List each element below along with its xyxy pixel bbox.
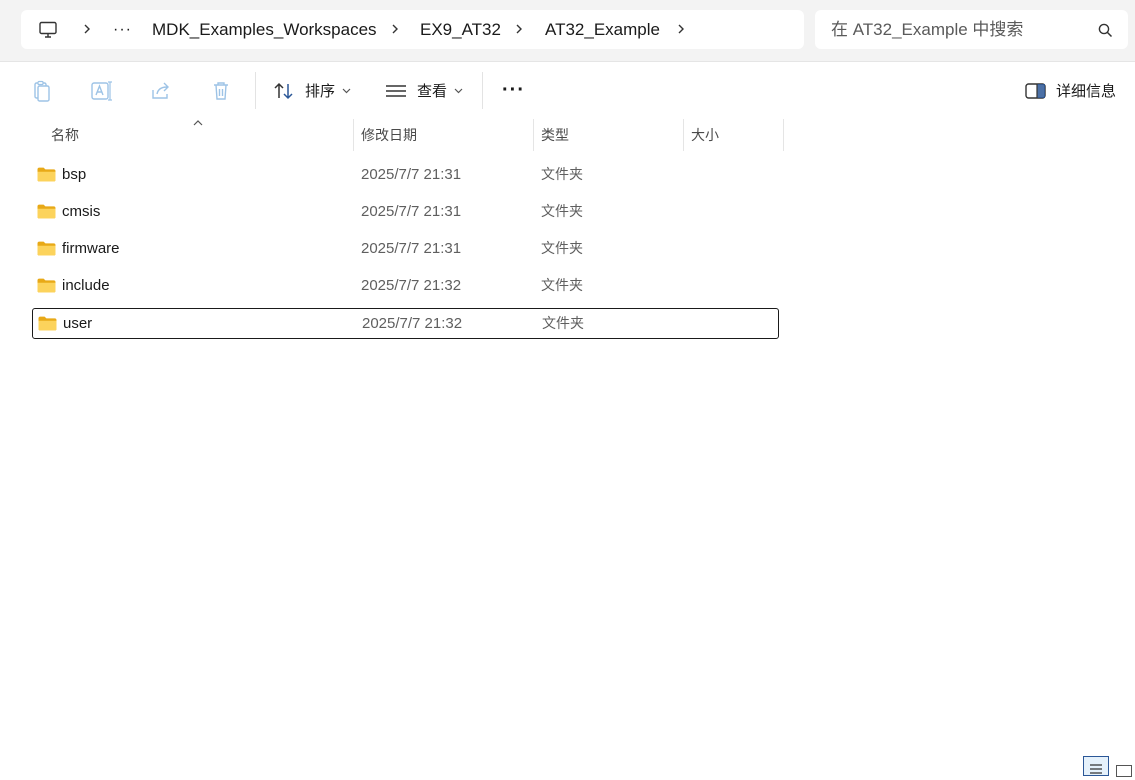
toolbar-divider	[482, 72, 483, 109]
breadcrumb-more[interactable]: ···	[113, 10, 132, 49]
file-name[interactable]: include	[62, 271, 110, 300]
file-row[interactable]: include 2025/7/7 21:32 文件夹	[32, 271, 779, 302]
sort-button[interactable]: 排序	[273, 62, 351, 119]
file-type: 文件夹	[541, 203, 583, 219]
details-pane-button[interactable]: 详细信息	[1025, 62, 1116, 119]
details-view-icon	[1090, 764, 1102, 774]
folder-icon	[37, 204, 56, 219]
file-name[interactable]: cmsis	[62, 197, 100, 226]
sort-ascending-icon	[193, 120, 203, 126]
file-type: 文件夹	[542, 315, 584, 331]
column-divider[interactable]	[683, 119, 684, 151]
file-name[interactable]: firmware	[62, 234, 120, 263]
chevron-down-icon	[454, 88, 463, 93]
file-row[interactable]: bsp 2025/7/7 21:31 文件夹	[32, 160, 779, 191]
column-header-type[interactable]: 类型	[541, 119, 569, 151]
address-bar[interactable]: ··· MDK_Examples_Workspaces EX9_AT32 AT3…	[21, 10, 804, 49]
details-label: 详细信息	[1056, 83, 1117, 100]
view-label: 查看	[417, 83, 448, 100]
search-box[interactable]	[815, 10, 1128, 49]
file-type: 文件夹	[541, 277, 583, 293]
breadcrumb-item-at32-example[interactable]: AT32_Example	[545, 10, 660, 49]
file-row[interactable]: user 2025/7/7 21:32 文件夹	[32, 308, 779, 339]
file-date: 2025/7/7 21:31	[361, 203, 462, 220]
column-divider[interactable]	[353, 119, 354, 151]
file-list: 名称 修改日期 类型 大小 bsp 2025/7/7 21:31 文件夹 cmsis 2…	[0, 119, 1135, 775]
file-name[interactable]: bsp	[62, 160, 86, 189]
command-bar: 排序 查看 ··· 详细信息	[0, 62, 1135, 120]
toolbar-divider	[255, 72, 256, 109]
file-date: 2025/7/7 21:32	[361, 277, 462, 294]
chevron-right-icon[interactable]	[80, 22, 94, 36]
search-input[interactable]	[831, 10, 1091, 49]
file-date: 2025/7/7 21:32	[362, 315, 463, 332]
list-view-icon	[386, 84, 406, 97]
file-type: 文件夹	[541, 240, 583, 256]
file-date: 2025/7/7 21:31	[361, 240, 462, 257]
chevron-right-icon[interactable]	[674, 22, 688, 36]
file-name[interactable]: user	[63, 309, 92, 338]
file-type: 文件夹	[541, 166, 583, 182]
breadcrumb-item-workspaces[interactable]: MDK_Examples_Workspaces	[152, 10, 377, 49]
large-icons-view-toggle[interactable]	[1116, 765, 1132, 777]
column-header-name[interactable]: 名称	[51, 119, 79, 151]
rename-icon[interactable]	[89, 79, 113, 103]
trash-icon[interactable]	[209, 79, 233, 103]
column-divider[interactable]	[533, 119, 534, 151]
folder-icon	[38, 316, 57, 331]
file-date: 2025/7/7 21:31	[361, 166, 462, 183]
monitor-icon[interactable]	[38, 20, 58, 40]
column-header-date[interactable]: 修改日期	[361, 119, 417, 151]
file-row[interactable]: cmsis 2025/7/7 21:31 文件夹	[32, 197, 779, 228]
sort-arrows-icon	[274, 82, 293, 99]
folder-icon	[37, 278, 56, 293]
address-region: ··· MDK_Examples_Workspaces EX9_AT32 AT3…	[0, 0, 1135, 62]
chevron-right-icon[interactable]	[512, 22, 526, 36]
chevron-down-icon	[342, 88, 351, 93]
view-button[interactable]: 查看	[385, 62, 463, 119]
column-header-size[interactable]: 大小	[691, 119, 719, 151]
more-options-label: ···	[502, 79, 525, 101]
file-row[interactable]: firmware 2025/7/7 21:31 文件夹	[32, 234, 779, 265]
chevron-right-icon[interactable]	[388, 22, 402, 36]
details-view-toggle[interactable]	[1083, 756, 1109, 776]
folder-icon	[37, 167, 56, 182]
share-icon[interactable]	[149, 79, 173, 103]
breadcrumb-item-ex9[interactable]: EX9_AT32	[420, 10, 501, 49]
more-options-button[interactable]: ···	[502, 62, 525, 119]
search-icon[interactable]	[1098, 23, 1113, 38]
details-pane-icon	[1025, 82, 1046, 99]
column-divider[interactable]	[783, 119, 784, 151]
folder-icon	[37, 241, 56, 256]
sort-label: 排序	[305, 83, 336, 100]
copy-icon[interactable]	[29, 79, 53, 103]
